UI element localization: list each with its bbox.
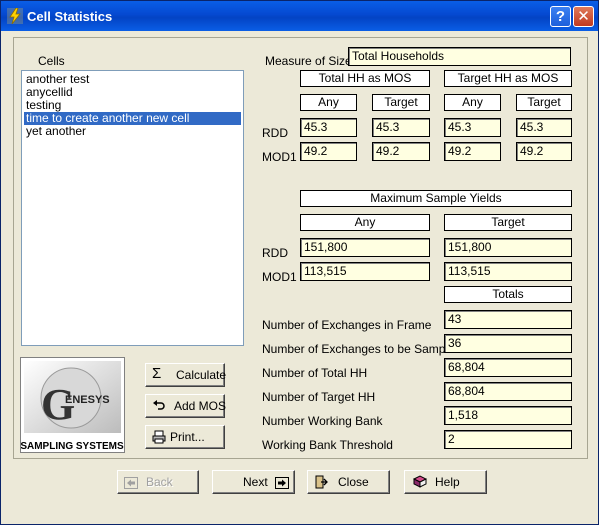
- target-target-header: Target: [516, 94, 572, 111]
- mos-mod1-value[interactable]: 49.2: [372, 142, 430, 161]
- title-help-button[interactable]: ?: [550, 6, 571, 27]
- total-hh-value[interactable]: 68,804: [444, 358, 572, 377]
- next-button[interactable]: Next: [212, 470, 295, 494]
- add-mos-button[interactable]: Add MOS: [145, 394, 227, 418]
- total-hh-mos-header: Total HH as MOS: [300, 70, 430, 87]
- close-label: Close: [338, 475, 369, 489]
- yields-mod1-label: MOD1: [262, 270, 297, 284]
- logo-tagline: SAMPLING SYSTEMS: [21, 441, 124, 452]
- next-arrow-icon: [275, 477, 289, 489]
- back-button[interactable]: Back: [117, 470, 199, 494]
- target-any-header: Any: [444, 94, 501, 111]
- genesys-logo-mark: G ENESYS SAMPLING SYSTEMS: [20, 361, 124, 452]
- logo-brand: ENESYS: [65, 394, 110, 406]
- cells-label: Cells: [38, 54, 65, 68]
- genesys-logo: G ENESYS SAMPLING SYSTEMS: [20, 357, 125, 453]
- exchanges-to-sample-label: Number of Exchanges to be Sampled: [262, 342, 462, 356]
- yields-target-header: Target: [444, 214, 572, 231]
- measure-of-size-label: Measure of Size: [265, 54, 352, 68]
- close-button[interactable]: Close: [307, 470, 390, 494]
- window-title: Cell Statistics: [27, 9, 113, 24]
- total-any-header: Any: [300, 94, 357, 111]
- yields-rdd-target-value[interactable]: 151,800: [444, 238, 572, 257]
- cell-statistics-window: Cell Statistics ? ✕ Cells another test a…: [0, 0, 599, 525]
- working-bank-threshold-value[interactable]: 2: [444, 430, 572, 449]
- mos-rdd-value[interactable]: 45.3: [300, 118, 357, 137]
- print-label: Print...: [170, 430, 205, 444]
- totals-header: Totals: [444, 286, 572, 303]
- yields-mod1-any-value[interactable]: 113,515: [300, 262, 430, 281]
- back-label: Back: [146, 475, 173, 489]
- mos-rdd-value[interactable]: 45.3: [444, 118, 501, 137]
- help-book-icon: [413, 475, 427, 488]
- calculate-button[interactable]: Σ Calculate: [145, 363, 227, 387]
- max-sample-yields-header: Maximum Sample Yields: [300, 190, 572, 207]
- help-label: Help: [435, 475, 460, 489]
- working-bank-value[interactable]: 1,518: [444, 406, 572, 425]
- working-bank-threshold-label: Working Bank Threshold: [262, 438, 393, 452]
- yields-mod1-target-value[interactable]: 113,515: [444, 262, 572, 281]
- add-mos-label: Add MOS: [174, 399, 227, 413]
- mos-mod1-value[interactable]: 49.2: [444, 142, 501, 161]
- calculate-label: Calculate: [176, 368, 227, 382]
- exchanges-in-frame-value[interactable]: 43: [444, 310, 572, 329]
- mos-mod1-value[interactable]: 49.2: [516, 142, 572, 161]
- mos-rdd-label: RDD: [262, 126, 288, 140]
- list-item[interactable]: yet another: [24, 125, 241, 138]
- sigma-icon: Σ: [152, 365, 162, 382]
- target-hh-value[interactable]: 68,804: [444, 382, 572, 401]
- measure-of-size-field[interactable]: Total Households: [348, 47, 571, 66]
- help-button[interactable]: Help: [404, 470, 487, 494]
- target-hh-label: Number of Target HH: [262, 390, 376, 404]
- title-close-button[interactable]: ✕: [573, 6, 594, 27]
- printer-icon: [152, 430, 166, 444]
- door-exit-icon: [315, 475, 328, 489]
- mos-mod1-label: MOD1: [262, 150, 297, 164]
- target-hh-mos-header: Target HH as MOS: [444, 70, 572, 87]
- yields-any-header: Any: [300, 214, 430, 231]
- exchanges-in-frame-label: Number of Exchanges in Frame: [262, 318, 432, 332]
- mos-rdd-value[interactable]: 45.3: [516, 118, 572, 137]
- total-hh-label: Number of Total HH: [262, 366, 368, 380]
- print-button[interactable]: Print...: [145, 425, 225, 449]
- yields-rdd-label: RDD: [262, 246, 288, 260]
- next-label: Next: [243, 475, 268, 489]
- total-target-header: Target: [372, 94, 430, 111]
- back-arrow-icon: [124, 477, 138, 489]
- exchanges-to-sample-value[interactable]: 36: [444, 334, 572, 353]
- mos-rdd-value[interactable]: 45.3: [372, 118, 430, 137]
- yields-rdd-any-value[interactable]: 151,800: [300, 238, 430, 257]
- title-bar[interactable]: Cell Statistics ? ✕: [1, 1, 598, 31]
- lightning-icon: [7, 8, 23, 24]
- mos-mod1-value[interactable]: 49.2: [300, 142, 357, 161]
- cells-list[interactable]: another test anycellid testing time to c…: [21, 70, 244, 346]
- undo-arrow-icon: [153, 400, 165, 410]
- working-bank-label: Number Working Bank: [262, 414, 383, 428]
